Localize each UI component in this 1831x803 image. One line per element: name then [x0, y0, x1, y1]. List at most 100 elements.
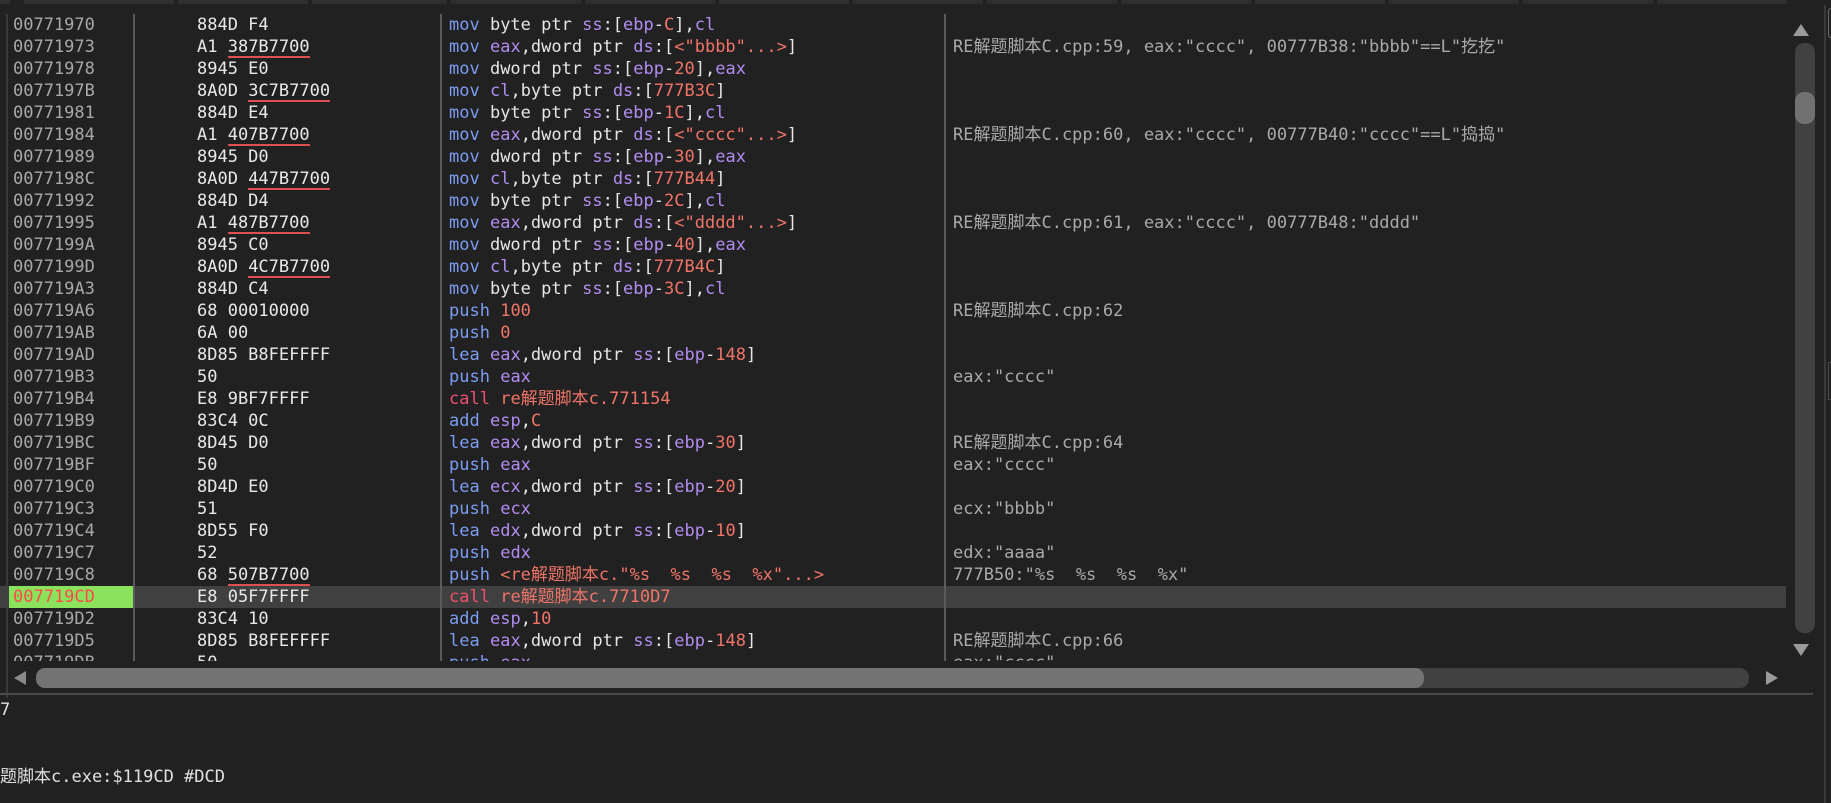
- address-cell[interactable]: 007719D2: [13, 608, 95, 630]
- comment-cell[interactable]: RE解题脚本C.cpp:62: [953, 300, 1123, 322]
- instruction-cell[interactable]: lea eax,dword ptr ss:[ebp-148]: [449, 344, 756, 366]
- instruction-cell[interactable]: mov cl,byte ptr ds:[777B3C]: [449, 80, 725, 102]
- address-cell[interactable]: 007719BF: [13, 454, 95, 476]
- disassembly-row[interactable]: 00771995 A1 487B7700 mov eax,dword ptr ds:…: [0, 212, 1786, 234]
- toolbar-button[interactable]: [1255, 0, 1385, 4]
- pane-divider[interactable]: [0, 693, 1813, 695]
- bytes-cell[interactable]: 8A0D 447B7700: [197, 168, 331, 190]
- disassembly-row[interactable]: 007719AD 8D85 B8FEFFFF lea eax,dword ptr s…: [0, 344, 1786, 366]
- address-cell[interactable]: 0077199A: [13, 234, 95, 256]
- address-cell[interactable]: 007719A3: [13, 278, 95, 300]
- address-cell[interactable]: 007719C0: [13, 476, 95, 498]
- scroll-up-arrow-icon[interactable]: [1793, 24, 1809, 36]
- disassembly-row[interactable]: 007719BC 8D45 D0 lea eax,dword ptr ss:[ebp…: [0, 432, 1786, 454]
- disassembly-row-current[interactable]: 007719CD E8 05F7FFFF call re解题脚本c.7710D7: [0, 586, 1786, 608]
- address-cell[interactable]: 007719C4: [13, 520, 95, 542]
- bytes-cell[interactable]: 68 00010000: [197, 300, 310, 322]
- bytes-cell[interactable]: 6A 00: [197, 322, 248, 344]
- comment-cell[interactable]: RE解题脚本C.cpp:59, eax:"cccc", 00777B38:"bb…: [953, 36, 1505, 58]
- address-cell[interactable]: 007719CD: [13, 586, 95, 608]
- bytes-cell[interactable]: 8945 E0: [197, 58, 269, 80]
- instruction-cell[interactable]: mov eax,dword ptr ds:[<"cccc"...>]: [449, 124, 797, 146]
- address-cell[interactable]: 007719B4: [13, 388, 95, 410]
- disassembly-row[interactable]: 007719A6 68 00010000 push 100 RE解题脚本C.cpp:6…: [0, 300, 1786, 322]
- instruction-cell[interactable]: lea edx,dword ptr ss:[ebp-10]: [449, 520, 746, 542]
- address-cell[interactable]: 00771978: [13, 58, 95, 80]
- bytes-cell[interactable]: 83C4 10: [197, 608, 269, 630]
- toolbar-button[interactable]: [0, 0, 10, 4]
- disassembly-row[interactable]: 007719B3 50 push eax eax:"cccc": [0, 366, 1786, 388]
- toolbar-button[interactable]: [178, 0, 308, 4]
- bytes-cell[interactable]: A1 487B7700: [197, 212, 310, 234]
- comment-cell[interactable]: eax:"cccc": [953, 454, 1055, 476]
- bytes-cell[interactable]: 68 507B7700: [197, 564, 310, 586]
- address-cell[interactable]: 007719C7: [13, 542, 95, 564]
- bytes-cell[interactable]: 50: [197, 454, 217, 476]
- address-cell[interactable]: 0077197B: [13, 80, 95, 102]
- comment-cell[interactable]: RE解题脚本C.cpp:60, eax:"cccc", 00777B40:"cc…: [953, 124, 1505, 146]
- disassembly-row[interactable]: 007719C3 51 push ecx ecx:"bbbb": [0, 498, 1786, 520]
- instruction-cell[interactable]: lea eax,dword ptr ss:[ebp-30]: [449, 432, 746, 454]
- bytes-cell[interactable]: 8D85 B8FEFFFF: [197, 630, 330, 652]
- disassembly-row[interactable]: 007719C0 8D4D E0 lea ecx,dword ptr ss:[ebp…: [0, 476, 1786, 498]
- instruction-cell[interactable]: mov dword ptr ss:[ebp-30],eax: [449, 146, 746, 168]
- address-cell[interactable]: 007719C8: [13, 564, 95, 586]
- address-cell[interactable]: 007719DB: [13, 652, 95, 661]
- disassembly-row[interactable]: 007719C7 52 push edx edx:"aaaa": [0, 542, 1786, 564]
- vertical-scroll-thumb[interactable]: [1795, 92, 1815, 125]
- address-cell[interactable]: 007719A6: [13, 300, 95, 322]
- column-separator[interactable]: [944, 14, 946, 661]
- column-separator[interactable]: [440, 14, 442, 661]
- bytes-cell[interactable]: 884D D4: [197, 190, 269, 212]
- bytes-cell[interactable]: 8945 D0: [197, 146, 269, 168]
- address-cell[interactable]: 007719C3: [13, 498, 95, 520]
- disassembly-row[interactable]: 007719D5 8D85 B8FEFFFF lea eax,dword ptr s…: [0, 630, 1786, 652]
- comment-cell[interactable]: 777B50:"%s %s %s %x": [953, 564, 1188, 586]
- bytes-cell[interactable]: E8 9BF7FFFF: [197, 388, 310, 410]
- comment-cell[interactable]: eax:"cccc": [953, 366, 1055, 388]
- instruction-cell[interactable]: mov eax,dword ptr ds:[<"bbbb"...>]: [449, 36, 797, 58]
- toolbar-button[interactable]: [719, 0, 849, 4]
- instruction-cell[interactable]: push eax: [449, 652, 531, 661]
- bytes-cell[interactable]: 50: [197, 366, 217, 388]
- disassembly-row[interactable]: 00771981 884D E4 mov byte ptr ss:[ebp-1C],…: [0, 102, 1786, 124]
- instruction-cell[interactable]: lea eax,dword ptr ss:[ebp-148]: [449, 630, 756, 652]
- address-cell[interactable]: 0077198C: [13, 168, 95, 190]
- disassembly-row[interactable]: 0077197B 8A0D 3C7B7700 mov cl,byte ptr ds:…: [0, 80, 1786, 102]
- instruction-cell[interactable]: lea ecx,dword ptr ss:[ebp-20]: [449, 476, 746, 498]
- horizontal-scroll-thumb[interactable]: [36, 668, 1424, 688]
- address-cell[interactable]: 00771995: [13, 212, 95, 234]
- bytes-cell[interactable]: 8A0D 4C7B7700: [197, 256, 331, 278]
- address-cell[interactable]: 007719B3: [13, 366, 95, 388]
- disassembly-row[interactable]: 00771989 8945 D0 mov dword ptr ss:[ebp-30]…: [0, 146, 1786, 168]
- instruction-cell[interactable]: push ecx: [449, 498, 531, 520]
- instruction-cell[interactable]: call re解题脚本c.771154: [449, 388, 671, 410]
- disassembly-row[interactable]: 007719A3 884D C4 mov byte ptr ss:[ebp-3C],…: [0, 278, 1786, 300]
- disassembly-row[interactable]: 00771978 8945 E0 mov dword ptr ss:[ebp-20]…: [0, 58, 1786, 80]
- bytes-cell[interactable]: 8D4D E0: [197, 476, 269, 498]
- comment-cell[interactable]: RE解题脚本C.cpp:61, eax:"cccc", 00777B48:"dd…: [953, 212, 1420, 234]
- address-cell[interactable]: 007719B9: [13, 410, 95, 432]
- instruction-cell[interactable]: push 100: [449, 300, 531, 322]
- address-cell[interactable]: 007719AD: [13, 344, 95, 366]
- toolbar-button[interactable]: [312, 0, 447, 4]
- bytes-cell[interactable]: 8D85 B8FEFFFF: [197, 344, 330, 366]
- bytes-cell[interactable]: 8D45 D0: [197, 432, 269, 454]
- instruction-cell[interactable]: mov cl,byte ptr ds:[777B4C]: [449, 256, 725, 278]
- disassembly-list[interactable]: 00771970 884D F4 mov byte ptr ss:[ebp-C],c…: [0, 9, 1786, 661]
- instruction-cell[interactable]: push eax: [449, 454, 531, 476]
- address-cell[interactable]: 007719AB: [13, 322, 95, 344]
- scroll-left-arrow-icon[interactable]: [14, 671, 26, 685]
- disassembly-row[interactable]: 007719C8 68 507B7700 push <re解题脚本c."%s %s …: [0, 564, 1786, 586]
- comment-cell[interactable]: RE解题脚本C.cpp:64: [953, 432, 1123, 454]
- instruction-cell[interactable]: mov eax,dword ptr ds:[<"dddd"...>]: [449, 212, 797, 234]
- instruction-cell[interactable]: mov byte ptr ss:[ebp-1C],cl: [449, 102, 725, 124]
- bytes-cell[interactable]: 83C4 0C: [197, 410, 269, 432]
- disassembly-row[interactable]: 0077199A 8945 C0 mov dword ptr ss:[ebp-40]…: [0, 234, 1786, 256]
- address-cell[interactable]: 007719BC: [13, 432, 95, 454]
- toolbar-button[interactable]: [1389, 0, 1519, 4]
- instruction-cell[interactable]: push eax: [449, 366, 531, 388]
- bytes-cell[interactable]: 8D55 F0: [197, 520, 269, 542]
- address-cell[interactable]: 007719D5: [13, 630, 95, 652]
- toolbar-button[interactable]: [1657, 0, 1787, 4]
